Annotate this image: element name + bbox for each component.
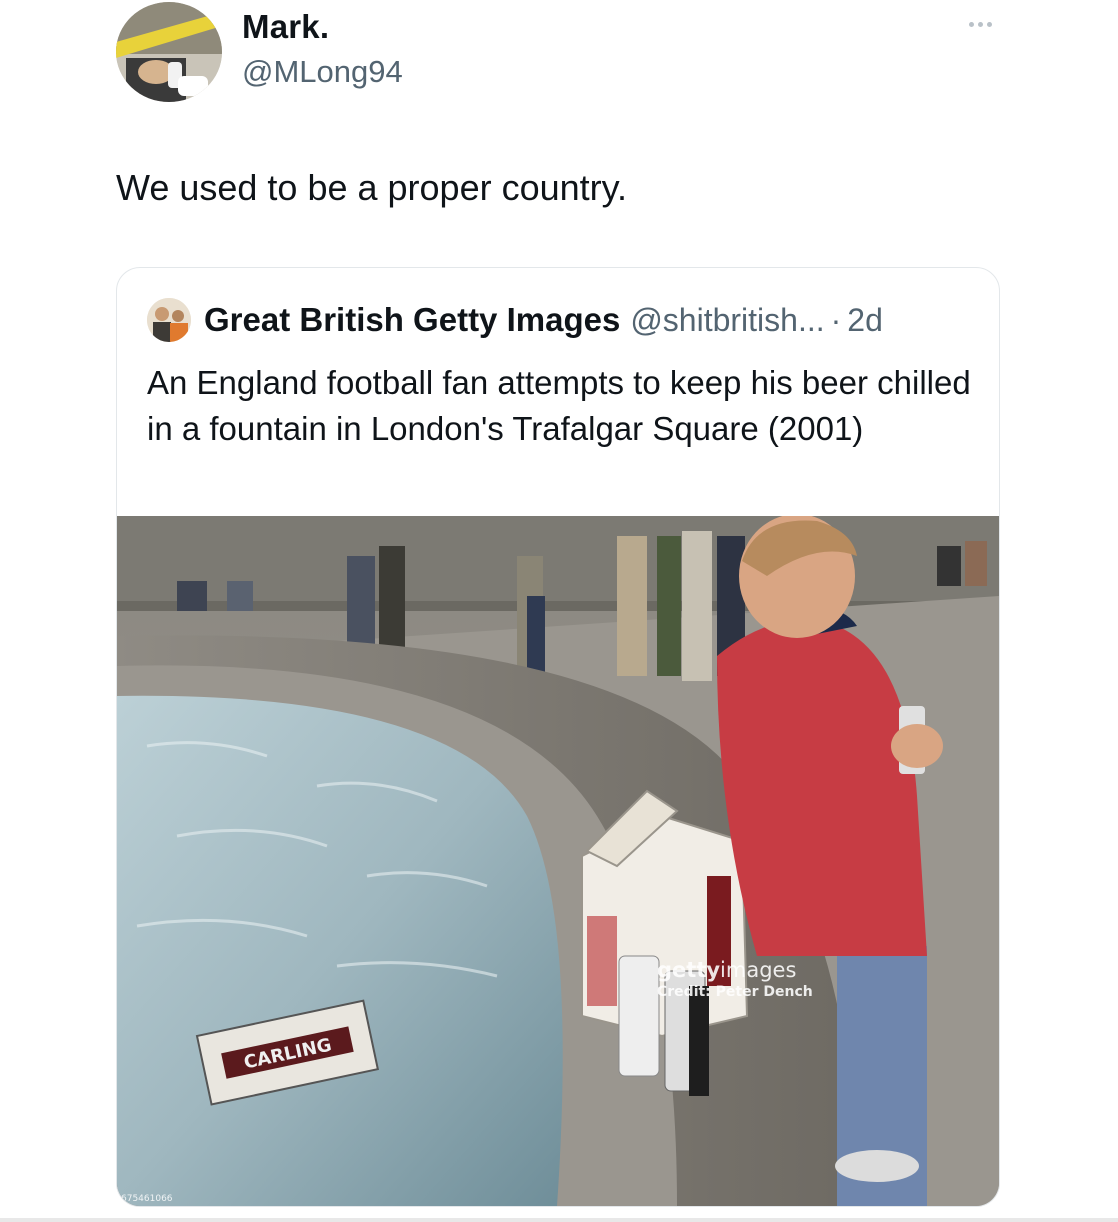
- quoted-tweet-time[interactable]: 2d: [847, 302, 883, 339]
- image-id: 675461066: [121, 1194, 173, 1204]
- getty-watermark: gettyimages Credit: Peter Dench: [657, 958, 813, 1000]
- quoted-tweet-text: An England football fan attempts to keep…: [147, 364, 971, 447]
- quoted-tweet-card[interactable]: Great British Getty Images @shitbritish.…: [116, 267, 1000, 1207]
- avatar[interactable]: [116, 2, 222, 102]
- getty-logo-light: images: [720, 958, 797, 982]
- more-dot: [977, 21, 983, 27]
- meta-separator: ·: [830, 301, 842, 338]
- quoted-author-handle[interactable]: @shitbritish...: [630, 302, 824, 339]
- quoted-tweet-photo[interactable]: CARLING gettyimages Credit: Peter Dench …: [117, 516, 999, 1206]
- quoted-tweet-header: Great British Getty Images @shitbritish.…: [147, 298, 883, 342]
- bottom-divider: [0, 1218, 1118, 1222]
- more-dot: [986, 21, 992, 27]
- author-display-name[interactable]: Mark.: [242, 8, 329, 46]
- quoted-author-avatar[interactable]: [147, 298, 191, 342]
- more-dot: [968, 21, 974, 27]
- photo-illustration: CARLING: [117, 516, 999, 1206]
- tweet-text: We used to be a proper country.: [116, 167, 627, 208]
- author-handle[interactable]: @MLong94: [242, 54, 403, 90]
- more-options-icon[interactable]: [956, 12, 1004, 36]
- quoted-author-display-name[interactable]: Great British Getty Images: [204, 301, 620, 339]
- photo-credit: Credit: Peter Dench: [657, 984, 813, 1000]
- getty-logo: gettyimages: [657, 958, 813, 982]
- getty-logo-bold: getty: [657, 958, 721, 982]
